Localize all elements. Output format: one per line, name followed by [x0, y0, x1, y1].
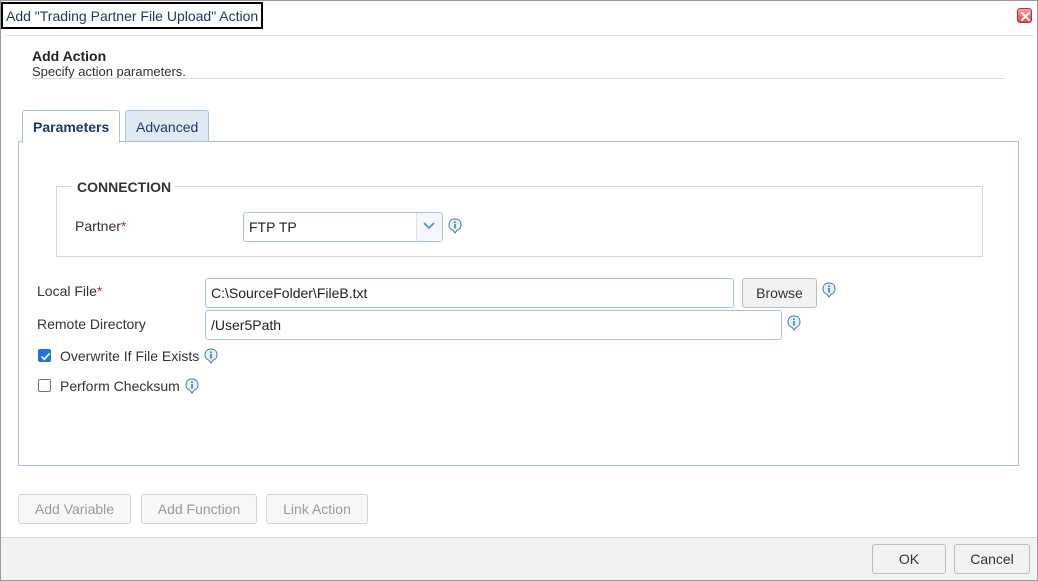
local-file-label-text: Local File	[37, 283, 97, 299]
chevron-down-icon	[423, 222, 435, 230]
partner-select-value: FTP TP	[249, 219, 297, 235]
dropdown-toggle[interactable]	[416, 213, 442, 241]
local-file-label: Local File*	[37, 283, 102, 299]
partner-select[interactable]: FTP TP	[243, 212, 443, 242]
close-button[interactable]	[1017, 8, 1032, 23]
required-marker: *	[96, 283, 103, 299]
title-bar: Add "Trading Partner File Upload" Action	[1, 1, 1037, 31]
header-subtitle: Specify action parameters.	[32, 64, 186, 79]
remote-directory-input[interactable]: /User5Path	[205, 310, 782, 340]
parameters-panel: CONNECTION Partner* FTP TP Local File* C…	[18, 141, 1019, 466]
info-icon[interactable]	[184, 378, 200, 394]
checksum-checkbox[interactable]	[38, 379, 51, 392]
add-function-button[interactable]: Add Function	[141, 494, 257, 524]
remote-directory-label: Remote Directory	[37, 316, 146, 332]
connection-fieldset: CONNECTION Partner* FTP TP	[56, 179, 983, 257]
dialog-content: Add Action Specify action parameters. Pa…	[4, 35, 1034, 537]
required-marker: *	[120, 218, 127, 234]
info-icon[interactable]	[447, 218, 463, 234]
checksum-label[interactable]: Perform Checksum	[60, 378, 180, 394]
connection-legend: CONNECTION	[73, 179, 176, 195]
header-divider	[32, 78, 1005, 79]
overwrite-checkbox[interactable]	[38, 349, 51, 362]
dialog-footer: OK Cancel	[1, 537, 1037, 580]
cancel-button[interactable]: Cancel	[954, 544, 1030, 574]
tab-parameters[interactable]: Parameters	[22, 110, 120, 143]
add-variable-button[interactable]: Add Variable	[18, 494, 131, 524]
info-icon[interactable]	[203, 348, 219, 364]
close-icon	[1021, 12, 1030, 21]
dialog-title: Add "Trading Partner File Upload" Action	[1, 2, 264, 29]
dialog: Add "Trading Partner File Upload" Action…	[0, 0, 1038, 581]
header-title: Add Action	[32, 48, 107, 64]
info-icon[interactable]	[786, 315, 802, 331]
local-file-input[interactable]: C:\SourceFolder\FileB.txt	[205, 278, 734, 308]
info-icon[interactable]	[821, 282, 837, 298]
overwrite-label[interactable]: Overwrite If File Exists	[60, 348, 199, 364]
tab-advanced[interactable]: Advanced	[125, 110, 209, 142]
checkmark-icon	[40, 352, 51, 361]
ok-button[interactable]: OK	[872, 544, 946, 574]
partner-label-text: Partner	[75, 218, 121, 234]
link-action-button[interactable]: Link Action	[266, 494, 368, 524]
partner-label: Partner*	[75, 218, 126, 234]
browse-button[interactable]: Browse	[742, 278, 817, 308]
